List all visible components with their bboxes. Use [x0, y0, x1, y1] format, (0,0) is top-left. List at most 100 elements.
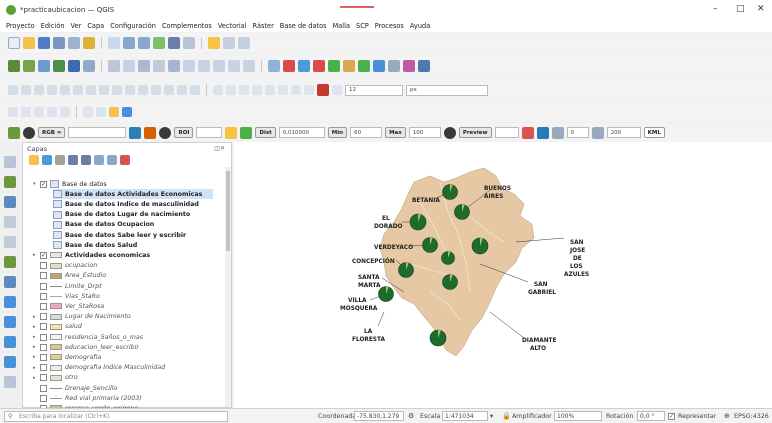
scp-roi-edit-icon[interactable]: [144, 126, 157, 139]
minimize-button[interactable]: –: [713, 4, 718, 14]
expand-arrow-icon[interactable]: ▸: [33, 334, 39, 340]
layer-row[interactable]: Drenaje_Sencillo: [33, 383, 117, 393]
locator-search[interactable]: ⚲ Escriba para localizar (Ctrl+K): [4, 410, 228, 422]
expand-arrow-icon[interactable]: ▸: [33, 314, 39, 320]
expand-arrow-icon[interactable]: ▸: [33, 324, 39, 330]
layer-visibility-checkbox[interactable]: [40, 313, 47, 321]
expand-arrow-icon[interactable]: ▸: [33, 365, 39, 371]
layer-row[interactable]: Base de datos Ocupacion: [53, 220, 154, 230]
add-db-icon[interactable]: [96, 107, 106, 117]
expand-arrow-icon[interactable]: ▾: [33, 181, 39, 187]
label-show-icon[interactable]: [298, 60, 310, 72]
label-pin-all-icon[interactable]: [226, 85, 236, 95]
polygon-tools-icon[interactable]: [4, 256, 16, 268]
menu-malla[interactable]: Malla: [333, 22, 350, 30]
layer-styling-icon[interactable]: [29, 155, 39, 165]
render-checkbox[interactable]: ✓: [668, 412, 675, 420]
preview-zoom-icon[interactable]: [443, 126, 456, 139]
identify-icon[interactable]: [223, 37, 235, 49]
layer-visibility-checkbox[interactable]: [40, 282, 47, 290]
kml-button[interactable]: KML: [643, 127, 665, 138]
collapse-all-icon[interactable]: [107, 155, 117, 165]
lock-icon[interactable]: 🔒: [502, 412, 511, 420]
expand-all-icon[interactable]: [94, 155, 104, 165]
save-as-icon[interactable]: [53, 37, 65, 49]
label-tool-icon[interactable]: [268, 60, 280, 72]
undo-icon[interactable]: [228, 60, 240, 72]
layer-row[interactable]: ▸ demografia: [33, 352, 101, 362]
layer-row[interactable]: Vias_StaRo: [33, 291, 100, 301]
max-input[interactable]: 100: [408, 127, 441, 138]
toggle-extents-icon[interactable]: ⚙: [408, 412, 414, 420]
split-features-icon[interactable]: [138, 85, 148, 95]
menu-capa[interactable]: Capa: [87, 22, 104, 30]
scp-add-roi-icon[interactable]: [240, 126, 253, 139]
menu-complementos[interactable]: Complementos: [162, 22, 212, 30]
map-canvas[interactable]: BETANIA BUENOS AIRES EL DORADO VERDEYACO…: [234, 142, 772, 408]
new-shapefile-icon[interactable]: [8, 107, 18, 117]
magnifier-field[interactable]: 100%: [554, 411, 602, 421]
panel-close-icon[interactable]: ◫✕: [214, 145, 225, 152]
cut-feature-icon[interactable]: [183, 60, 195, 72]
manage-visibility-icon[interactable]: [55, 155, 65, 165]
scale-field[interactable]: 1:471034: [442, 411, 488, 421]
remove-layer-icon[interactable]: [120, 155, 130, 165]
coord-field[interactable]: -75.830,1.279: [354, 411, 404, 421]
label-move-all-icon[interactable]: [252, 85, 262, 95]
snapping-magnet-icon[interactable]: [317, 84, 329, 96]
menu-procesos[interactable]: Procesos: [375, 22, 404, 30]
label-rotate-all-icon[interactable]: [265, 85, 275, 95]
menu-scp[interactable]: SCP: [356, 22, 369, 30]
layer-row[interactable]: Base de datos Lugar de nacimiento: [53, 210, 190, 220]
layer-visibility-checkbox[interactable]: ✓: [40, 251, 47, 259]
preview-redo-icon[interactable]: [521, 126, 534, 139]
menu-base-de-datos[interactable]: Base de datos: [280, 22, 327, 30]
select-features-icon[interactable]: [208, 37, 220, 49]
layer-visibility-checkbox[interactable]: [40, 262, 47, 270]
merge-features-icon[interactable]: [164, 85, 174, 95]
scp-zoom-icon[interactable]: [23, 126, 35, 139]
add-group-icon[interactable]: [42, 155, 52, 165]
new-virtual-layer-icon[interactable]: [60, 107, 70, 117]
diagram-tool-icon[interactable]: [358, 60, 370, 72]
print-layout-icon[interactable]: [68, 37, 80, 49]
label-highlight-icon[interactable]: [213, 85, 223, 95]
rotate-feature-icon[interactable]: [21, 85, 31, 95]
offset-curve-icon[interactable]: [125, 85, 135, 95]
close-button[interactable]: ✕: [757, 4, 765, 14]
label-undo-icon[interactable]: [291, 85, 301, 95]
snapping-units-select[interactable]: px: [406, 84, 488, 96]
new-vector-icon[interactable]: [4, 376, 16, 388]
size-input[interactable]: 200: [606, 127, 641, 138]
label-move-icon[interactable]: [313, 60, 325, 72]
scp-roi-pointer-icon[interactable]: [129, 126, 142, 139]
add-wms-icon[interactable]: [83, 60, 95, 72]
add-part-icon[interactable]: [60, 85, 70, 95]
layer-visibility-checkbox[interactable]: [40, 323, 47, 331]
layers-scrollbar[interactable]: [225, 167, 231, 407]
layer-visibility-checkbox[interactable]: [40, 333, 47, 341]
crs-globe-icon[interactable]: ⊕: [724, 412, 730, 420]
pan-map-icon[interactable]: [108, 37, 120, 49]
expand-arrow-icon[interactable]: ▸: [33, 354, 39, 360]
merge-attributes-icon[interactable]: [177, 85, 187, 95]
menu-edicion[interactable]: Edición: [41, 22, 65, 30]
layer-row[interactable]: Limite_Drpt: [33, 281, 102, 291]
min-input[interactable]: 60: [350, 127, 383, 138]
move-feature-icon[interactable]: [153, 60, 165, 72]
add-csv-icon[interactable]: [83, 107, 93, 117]
layer-row[interactable]: ▸ otro: [33, 373, 78, 383]
wfs-tools-icon[interactable]: [4, 296, 16, 308]
crs-label[interactable]: EPSG:4326: [734, 413, 769, 420]
open-project-icon[interactable]: [23, 37, 35, 49]
label-hide-icon[interactable]: [239, 85, 249, 95]
new-spatialite-icon[interactable]: [34, 107, 44, 117]
layer-row[interactable]: ▸ demografia Indice Masculinidad: [33, 363, 165, 373]
digitize-icon[interactable]: [123, 60, 135, 72]
copy-feature-icon[interactable]: [198, 60, 210, 72]
mesh-tools-icon[interactable]: [4, 196, 16, 208]
expand-arrow-icon[interactable]: ▸: [33, 344, 39, 350]
layer-row[interactable]: ▸ educacion_leer_escribir: [33, 342, 139, 352]
attribute-table-icon[interactable]: [138, 37, 150, 49]
advanced-digitize-icon[interactable]: [8, 85, 18, 95]
